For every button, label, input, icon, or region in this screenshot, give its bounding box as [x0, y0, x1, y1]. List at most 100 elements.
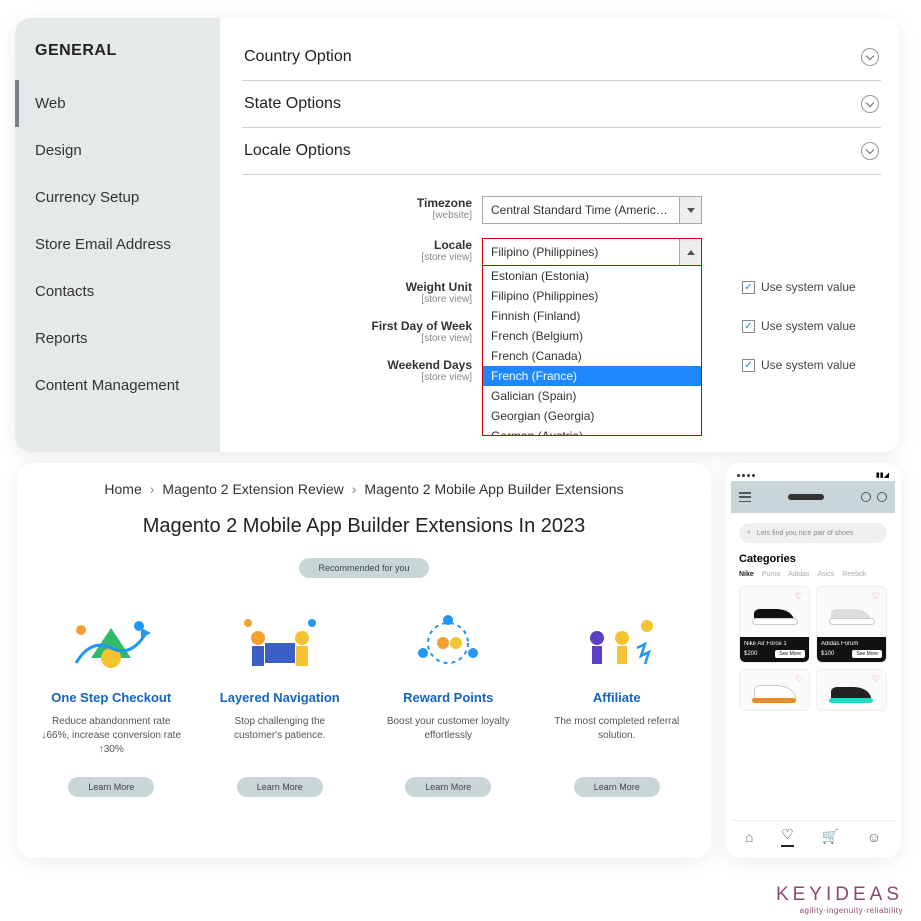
- sidebar-item-reports[interactable]: Reports: [15, 315, 220, 362]
- learn-more-button[interactable]: Learn More: [68, 777, 154, 797]
- locale-select[interactable]: Filipino (Philippines): [482, 238, 702, 266]
- accordion-country[interactable]: Country Option: [242, 34, 881, 81]
- dropdown-trigger-icon: [679, 197, 701, 223]
- use-system-value-firstday[interactable]: Use system value: [742, 319, 856, 333]
- locale-dropdown-list[interactable]: Estonian (Estonia)Filipino (Philippines)…: [482, 266, 702, 436]
- locale-option[interactable]: Georgian (Georgia): [483, 406, 701, 426]
- weekend-label: Weekend Days [store view]: [360, 358, 472, 383]
- feature-card: Affiliate The most completed referral sol…: [547, 608, 687, 797]
- use-system-value-weight[interactable]: Use system value: [742, 280, 856, 294]
- feature-card: Reward PointsBoost your customer loyalty…: [378, 608, 518, 797]
- breadcrumb-item[interactable]: Magento 2 Mobile App Builder Extensions: [364, 481, 623, 497]
- product-card[interactable]: ♡Nike Air Force 1$200See More: [739, 586, 810, 663]
- feature-illustration: [230, 608, 330, 678]
- feature-card: Layered Navigation Stop challenging the c…: [210, 608, 350, 797]
- category-tab[interactable]: Adidas: [788, 571, 809, 578]
- accordion-title: State Options: [244, 95, 341, 113]
- feature-title: One Step Checkout: [41, 690, 181, 705]
- bag-icon[interactable]: [877, 492, 887, 502]
- chevron-down-icon: [861, 95, 879, 113]
- locale-option[interactable]: German (Austria): [483, 426, 701, 436]
- category-tab[interactable]: Puma: [762, 571, 780, 578]
- timezone-select[interactable]: Central Standard Time (America/Chic...: [482, 196, 702, 224]
- locale-option[interactable]: Filipino (Philippines): [483, 286, 701, 306]
- learn-more-button[interactable]: Learn More: [574, 777, 660, 797]
- config-main: Country Option State Options Locale Opti…: [220, 18, 899, 452]
- see-more-button[interactable]: See More: [852, 650, 882, 658]
- brand-name: KEYIDEAS: [776, 884, 903, 906]
- product-card[interactable]: ♡Adidas Forum$100See More: [816, 586, 887, 663]
- bell-icon[interactable]: [861, 492, 871, 502]
- accordion-title: Locale Options: [244, 142, 351, 160]
- feature-cards: One Step CheckoutReduce abandonment rate…: [27, 608, 701, 797]
- chevron-right-icon: ›: [352, 481, 357, 497]
- heart-icon[interactable]: ♡: [781, 826, 794, 847]
- feature-illustration: [567, 608, 667, 678]
- timezone-label: Timezone [website]: [360, 196, 472, 221]
- chevron-right-icon: ›: [150, 481, 155, 497]
- learn-more-button[interactable]: Learn More: [237, 777, 323, 797]
- phone-header: [731, 481, 895, 513]
- product-price: $200: [744, 651, 757, 657]
- locale-option[interactable]: Estonian (Estonia): [483, 266, 701, 286]
- footer-logo: KEYIDEAS agility·ingenuity·reliability: [776, 884, 903, 915]
- product-name: Adidas Forum: [821, 641, 882, 647]
- category-tabs: Nike Puma Adidas Asics Reebok: [739, 571, 887, 578]
- feature-illustration: [398, 608, 498, 678]
- categories-title: Categories: [739, 553, 887, 565]
- checkbox-icon: [742, 320, 755, 333]
- category-tab[interactable]: Reebok: [842, 571, 866, 578]
- category-tab[interactable]: Asics: [818, 571, 835, 578]
- phone-notch: [788, 494, 824, 500]
- sidebar-item-content-mgmt[interactable]: Content Management: [15, 362, 220, 409]
- product-card[interactable]: ♡: [739, 669, 810, 711]
- locale-option[interactable]: Finnish (Finland): [483, 306, 701, 326]
- feature-illustration: [61, 608, 161, 678]
- search-input[interactable]: ⌕ Lets find you nice pair of shoes: [739, 523, 887, 543]
- feature-desc: The most completed referral solution.: [547, 715, 687, 759]
- sidebar-item-web[interactable]: Web: [15, 80, 220, 127]
- category-tab[interactable]: Nike: [739, 571, 754, 578]
- chevron-down-icon: [861, 48, 879, 66]
- product-grid: ♡Nike Air Force 1$200See More♡Adidas For…: [731, 586, 895, 711]
- sidebar-title: GENERAL: [15, 26, 220, 80]
- sidebar-item-contacts[interactable]: Contacts: [15, 268, 220, 315]
- feature-title: Affiliate: [547, 690, 687, 705]
- locale-option[interactable]: French (France): [483, 366, 701, 386]
- use-system-value-weekend[interactable]: Use system value: [742, 358, 856, 372]
- sidebar-item-design[interactable]: Design: [15, 127, 220, 174]
- locale-option[interactable]: Galician (Spain): [483, 386, 701, 406]
- locale-option[interactable]: French (Belgium): [483, 326, 701, 346]
- weight-label: Weight Unit [store view]: [360, 280, 472, 305]
- accordion-title: Country Option: [244, 48, 352, 66]
- article-title: Magento 2 Mobile App Builder Extensions …: [27, 515, 701, 538]
- accordion-state[interactable]: State Options: [242, 81, 881, 128]
- user-icon[interactable]: ☺: [867, 829, 881, 845]
- feature-desc: Stop challenging the customer's patience…: [210, 715, 350, 759]
- search-icon: ⌕: [747, 529, 751, 537]
- bottom-nav: ⌂ ♡ 🛒 ☺: [731, 820, 895, 852]
- sidebar-item-store-email[interactable]: Store Email Address: [15, 221, 220, 268]
- dropdown-trigger-icon: [679, 239, 701, 265]
- feature-title: Reward Points: [378, 690, 518, 705]
- feature-title: Layered Navigation: [210, 690, 350, 705]
- learn-more-button[interactable]: Learn More: [405, 777, 491, 797]
- see-more-button[interactable]: See More: [775, 650, 805, 658]
- locale-option[interactable]: French (Canada): [483, 346, 701, 366]
- config-panel: GENERAL Web Design Currency Setup Store …: [15, 18, 899, 452]
- phone-status-bar: ▮▮◢: [731, 469, 895, 481]
- product-card[interactable]: ♡: [816, 669, 887, 711]
- home-icon[interactable]: ⌂: [745, 829, 753, 845]
- brand-tagline: agility·ingenuity·reliability: [776, 906, 903, 915]
- checkbox-icon: [742, 281, 755, 294]
- accordion-locale[interactable]: Locale Options: [242, 128, 881, 175]
- cart-icon[interactable]: 🛒: [822, 828, 839, 845]
- menu-icon[interactable]: [739, 492, 751, 502]
- breadcrumb-home[interactable]: Home: [104, 481, 141, 497]
- breadcrumb-item[interactable]: Magento 2 Extension Review: [162, 481, 343, 497]
- breadcrumb: Home › Magento 2 Extension Review › Mage…: [27, 481, 701, 497]
- sidebar-item-currency[interactable]: Currency Setup: [15, 174, 220, 221]
- feature-card: One Step CheckoutReduce abandonment rate…: [41, 608, 181, 797]
- locale-form: Timezone [website] Central Standard Time…: [360, 196, 881, 397]
- product-price: $100: [821, 651, 834, 657]
